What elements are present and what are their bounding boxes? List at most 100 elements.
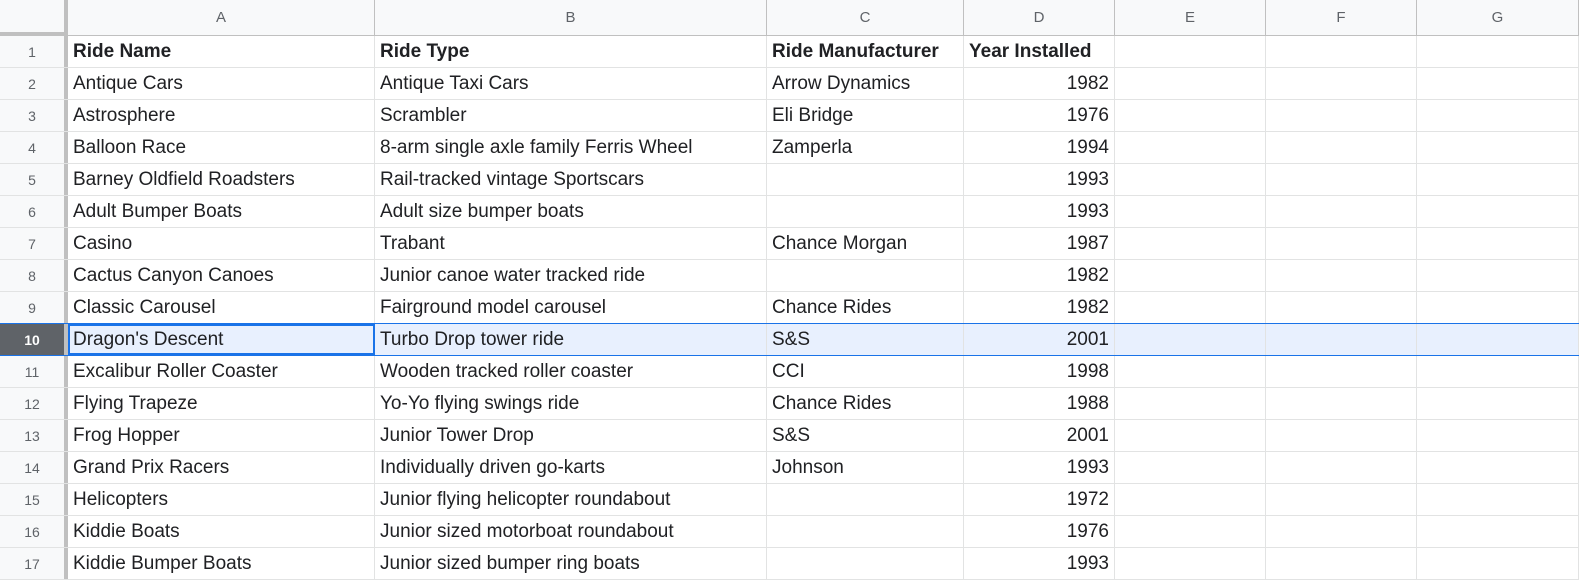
cell-ride-type[interactable]: Yo-Yo flying swings ride: [375, 388, 767, 419]
row-header[interactable]: 12: [0, 388, 68, 419]
empty-cell[interactable]: [1115, 196, 1266, 227]
row-header[interactable]: 11: [0, 356, 68, 387]
cell-ride-name[interactable]: Kiddie Boats: [68, 516, 375, 547]
empty-cell[interactable]: [1115, 36, 1266, 67]
row-header[interactable]: 10: [0, 324, 68, 355]
cell-manufacturer[interactable]: [767, 196, 964, 227]
empty-cell[interactable]: [1417, 548, 1579, 579]
empty-cell[interactable]: [1266, 420, 1417, 451]
cell-year-installed[interactable]: 1993: [964, 452, 1115, 483]
cell-manufacturer[interactable]: Zamperla: [767, 132, 964, 163]
row-header[interactable]: 4: [0, 132, 68, 163]
cell-ride-name[interactable]: Balloon Race: [68, 132, 375, 163]
cell-manufacturer[interactable]: CCI: [767, 356, 964, 387]
row-header[interactable]: 13: [0, 420, 68, 451]
cell-year-installed[interactable]: 1972: [964, 484, 1115, 515]
row-header[interactable]: 5: [0, 164, 68, 195]
row-header[interactable]: 16: [0, 516, 68, 547]
empty-cell[interactable]: [1266, 356, 1417, 387]
row-header[interactable]: 1: [0, 36, 68, 67]
cell-manufacturer[interactable]: S&S: [767, 324, 964, 355]
cell-ride-name[interactable]: Grand Prix Racers: [68, 452, 375, 483]
cell-year-installed[interactable]: 1982: [964, 260, 1115, 291]
cell-ride-type[interactable]: Junior Tower Drop: [375, 420, 767, 451]
empty-cell[interactable]: [1417, 452, 1579, 483]
empty-cell[interactable]: [1115, 292, 1266, 323]
empty-cell[interactable]: [1266, 36, 1417, 67]
cell-year-installed[interactable]: 1993: [964, 548, 1115, 579]
row-header[interactable]: 7: [0, 228, 68, 259]
empty-cell[interactable]: [1266, 452, 1417, 483]
select-all-corner[interactable]: [0, 0, 68, 35]
empty-cell[interactable]: [1115, 548, 1266, 579]
column-header-c[interactable]: C: [767, 0, 964, 35]
row-header[interactable]: 8: [0, 260, 68, 291]
empty-cell[interactable]: [1115, 356, 1266, 387]
cell-manufacturer[interactable]: Johnson: [767, 452, 964, 483]
empty-cell[interactable]: [1266, 100, 1417, 131]
empty-cell[interactable]: [1266, 196, 1417, 227]
empty-cell[interactable]: [1115, 388, 1266, 419]
empty-cell[interactable]: [1417, 516, 1579, 547]
cell-ride-type[interactable]: Junior sized bumper ring boats: [375, 548, 767, 579]
empty-cell[interactable]: [1115, 228, 1266, 259]
cell-header-ride-name[interactable]: Ride Name: [68, 36, 375, 67]
cell-year-installed[interactable]: 1976: [964, 100, 1115, 131]
empty-cell[interactable]: [1266, 132, 1417, 163]
empty-cell[interactable]: [1417, 132, 1579, 163]
cell-year-installed[interactable]: 2001: [964, 420, 1115, 451]
cell-ride-type[interactable]: Fairground model carousel: [375, 292, 767, 323]
cell-ride-type[interactable]: Antique Taxi Cars: [375, 68, 767, 99]
empty-cell[interactable]: [1417, 228, 1579, 259]
cell-header-ride-type[interactable]: Ride Type: [375, 36, 767, 67]
cell-ride-name[interactable]: Kiddie Bumper Boats: [68, 548, 375, 579]
cell-year-installed[interactable]: 2001: [964, 324, 1115, 355]
cell-year-installed[interactable]: 1976: [964, 516, 1115, 547]
cell-ride-name[interactable]: Casino: [68, 228, 375, 259]
row-header[interactable]: 15: [0, 484, 68, 515]
cell-manufacturer[interactable]: [767, 260, 964, 291]
empty-cell[interactable]: [1115, 68, 1266, 99]
cell-ride-name[interactable]: Dragon's Descent: [68, 324, 375, 355]
empty-cell[interactable]: [1115, 132, 1266, 163]
row-header[interactable]: 14: [0, 452, 68, 483]
empty-cell[interactable]: [1417, 36, 1579, 67]
cell-ride-name[interactable]: Excalibur Roller Coaster: [68, 356, 375, 387]
column-header-d[interactable]: D: [964, 0, 1115, 35]
cell-manufacturer[interactable]: Chance Rides: [767, 388, 964, 419]
empty-cell[interactable]: [1266, 292, 1417, 323]
cell-manufacturer[interactable]: [767, 164, 964, 195]
column-header-g[interactable]: G: [1417, 0, 1579, 35]
cell-year-installed[interactable]: 1994: [964, 132, 1115, 163]
empty-cell[interactable]: [1115, 420, 1266, 451]
cell-year-installed[interactable]: 1988: [964, 388, 1115, 419]
cell-header-manufacturer[interactable]: Ride Manufacturer: [767, 36, 964, 67]
cell-header-year[interactable]: Year Installed: [964, 36, 1115, 67]
empty-cell[interactable]: [1266, 228, 1417, 259]
cell-ride-name[interactable]: Antique Cars: [68, 68, 375, 99]
empty-cell[interactable]: [1115, 164, 1266, 195]
cell-year-installed[interactable]: 1982: [964, 68, 1115, 99]
column-header-a[interactable]: A: [68, 0, 375, 35]
cell-ride-type[interactable]: Junior flying helicopter roundabout: [375, 484, 767, 515]
empty-cell[interactable]: [1115, 452, 1266, 483]
empty-cell[interactable]: [1417, 196, 1579, 227]
empty-cell[interactable]: [1115, 484, 1266, 515]
cell-manufacturer[interactable]: Chance Morgan: [767, 228, 964, 259]
column-header-f[interactable]: F: [1266, 0, 1417, 35]
cell-manufacturer[interactable]: S&S: [767, 420, 964, 451]
empty-cell[interactable]: [1417, 100, 1579, 131]
row-header[interactable]: 3: [0, 100, 68, 131]
empty-cell[interactable]: [1115, 324, 1266, 355]
empty-cell[interactable]: [1417, 324, 1579, 355]
cell-year-installed[interactable]: 1987: [964, 228, 1115, 259]
row-header[interactable]: 2: [0, 68, 68, 99]
cell-manufacturer[interactable]: [767, 484, 964, 515]
cell-manufacturer[interactable]: Chance Rides: [767, 292, 964, 323]
empty-cell[interactable]: [1266, 324, 1417, 355]
cell-ride-name[interactable]: Astrosphere: [68, 100, 375, 131]
cell-manufacturer[interactable]: Eli Bridge: [767, 100, 964, 131]
cell-ride-name[interactable]: Adult Bumper Boats: [68, 196, 375, 227]
empty-cell[interactable]: [1266, 68, 1417, 99]
cell-ride-name[interactable]: Barney Oldfield Roadsters: [68, 164, 375, 195]
